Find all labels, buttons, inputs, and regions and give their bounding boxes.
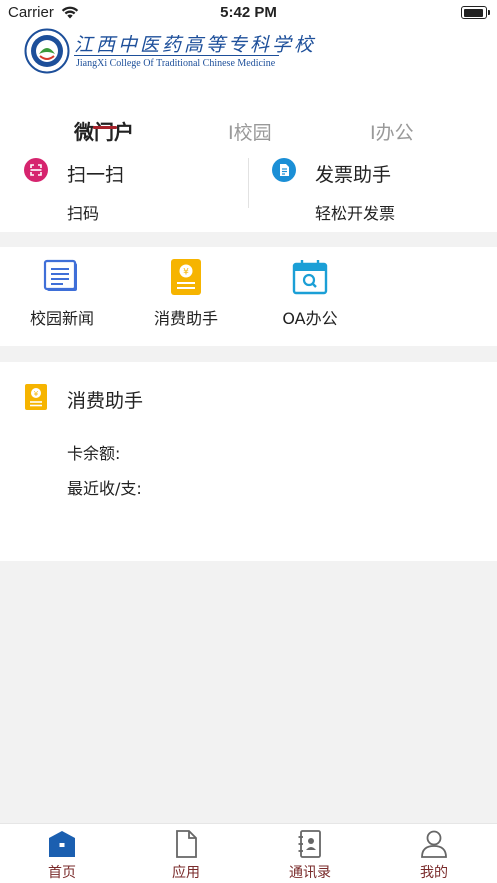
tab-campus[interactable]: I校园 [228, 118, 272, 145]
top-tabs: 微门户 I校园 I办公 [0, 116, 497, 156]
tab-mine[interactable]: 我的 [394, 830, 474, 882]
wallet-icon: ¥ [25, 384, 47, 410]
quick-divider [248, 158, 249, 208]
bottom-tab-bar: 首页 应用 通讯录 我的 [0, 823, 497, 883]
document-icon [176, 830, 197, 858]
contacts-icon [298, 830, 321, 858]
app-oa-office[interactable]: OA办公 [260, 259, 360, 329]
tab-apps-label: 应用 [172, 865, 200, 881]
battery-icon [461, 6, 490, 19]
wallet-icon: ¥ [171, 259, 201, 295]
tab-office[interactable]: I办公 [370, 118, 414, 145]
news-icon [43, 259, 77, 291]
college-name-en: JiangXi College Of Traditional Chinese M… [76, 58, 276, 69]
active-tab-indicator [93, 126, 117, 129]
tab-home[interactable]: 首页 [22, 830, 102, 882]
svg-text:¥: ¥ [183, 268, 189, 278]
app-grid: 校园新闻 ¥ 消费助手 OA办公 [0, 247, 497, 346]
college-seal-icon [24, 28, 70, 74]
app-consumption-assistant-label: 消费助手 [153, 309, 218, 328]
invoice-title: 发票助手 [315, 164, 392, 186]
scan-title: 扫一扫 [67, 164, 125, 186]
calendar-search-icon [292, 260, 328, 295]
status-bar: Carrier 5:42 PM [0, 0, 497, 26]
app-oa-office-label: OA办公 [282, 309, 338, 328]
battery-level [463, 8, 483, 17]
college-name-cn: 江西中医药高等专科学校 [74, 34, 317, 56]
card-balance-label: 卡余额: [67, 444, 121, 463]
tab-apps[interactable]: 应用 [146, 830, 226, 882]
invoice-icon [272, 158, 296, 182]
card-title: 消费助手 [67, 390, 144, 412]
invoice-action[interactable]: 发票助手 轻松开发票 [272, 154, 472, 232]
scan-subtitle: 扫码 [67, 204, 100, 223]
svg-text:¥: ¥ [34, 390, 39, 398]
invoice-subtitle: 轻松开发票 [315, 204, 396, 223]
app-consumption-assistant[interactable]: ¥ 消费助手 [136, 259, 236, 329]
consumption-card[interactable]: ¥ 消费助手 卡余额: 最近收/支: [0, 362, 497, 561]
app-campus-news[interactable]: 校园新闻 [12, 259, 112, 329]
app-campus-news-label: 校园新闻 [29, 309, 94, 328]
card-recent-label: 最近收/支: [67, 479, 142, 498]
tab-micro-portal[interactable]: 微门户 [74, 116, 134, 145]
home-icon [49, 831, 75, 857]
tab-mine-label: 我的 [420, 865, 448, 881]
scan-icon [24, 158, 48, 182]
tab-contacts-label: 通讯录 [289, 865, 331, 881]
tab-contacts[interactable]: 通讯录 [270, 830, 350, 882]
scan-action[interactable]: 扫一扫 扫码 [24, 154, 224, 232]
tab-home-label: 首页 [48, 865, 76, 881]
profile-icon [421, 830, 447, 858]
clock: 5:42 PM [220, 4, 277, 21]
logo-divider [74, 55, 279, 56]
